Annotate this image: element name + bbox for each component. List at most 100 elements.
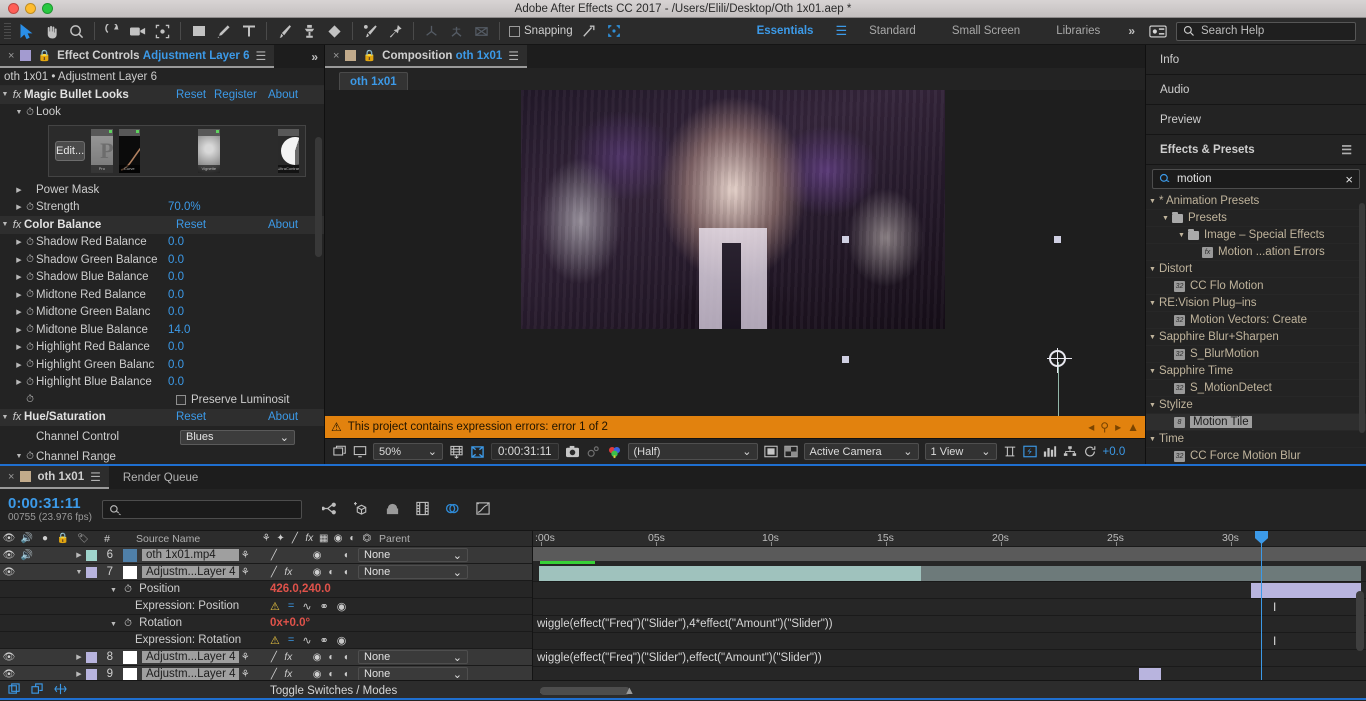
tree-group-animation-presets[interactable]: ▼ * Animation Presets: [1146, 193, 1366, 210]
effect-header-color-balance[interactable]: ▼ fx Color Balance Reset About: [0, 216, 324, 234]
twirl-icon[interactable]: ▶: [14, 203, 24, 211]
twirl-icon[interactable]: ▼: [0, 414, 10, 421]
shy-icon[interactable]: ⚘: [239, 669, 251, 680]
selection-handle-tc[interactable]: [1054, 236, 1061, 243]
layer-parent[interactable]: None ⌄: [352, 565, 532, 579]
fast-previews-icon[interactable]: [1022, 445, 1037, 458]
track-row-layer7[interactable]: [533, 582, 1366, 599]
table-row[interactable]: 👁 ▼ 7 Adjustm...Layer 4 ⚘ ╱ fx ◉ ◐ ◖ Non…: [0, 564, 532, 581]
param-value[interactable]: 14.0: [168, 324, 190, 336]
panel-info[interactable]: Info: [1146, 45, 1366, 75]
param-row-midtone-red[interactable]: ▶ ⏱ Midtone Red Balance 0.0: [0, 286, 324, 304]
twirl-icon[interactable]: ▶: [14, 378, 24, 386]
param-value[interactable]: 0.0: [168, 306, 184, 318]
stopwatch-icon[interactable]: ⏱: [24, 272, 36, 283]
twirl-icon[interactable]: ▼: [14, 453, 24, 460]
selection-tool[interactable]: [14, 20, 39, 43]
param-value[interactable]: 0.0: [168, 271, 184, 283]
param-row-shadow-blue[interactable]: ▶ ⏱ Shadow Blue Balance 0.0: [0, 269, 324, 287]
stopwatch-icon[interactable]: ⏱: [24, 377, 36, 388]
expression-warning-icon[interactable]: ⚠: [270, 600, 280, 613]
expression-code[interactable]: wiggle(effect("Freq")("Slider"),effect("…: [537, 652, 822, 664]
param-value[interactable]: 0.0: [168, 254, 184, 266]
expression-warning-icon[interactable]: ⚠: [270, 634, 280, 647]
param-row-shadow-red[interactable]: ▶ ⏱ Shadow Red Balance 0.0: [0, 234, 324, 252]
layer-switches[interactable]: ⚘ ╱ fx ◉ ◐ ◖: [239, 652, 352, 663]
motion-blur-icon[interactable]: ◉: [332, 533, 344, 544]
layer-av-switches[interactable]: 👁: [0, 652, 72, 663]
effects-icon[interactable]: fx: [282, 669, 294, 680]
tab-composition[interactable]: × 🔒 Composition oth 1x01 ☰: [325, 45, 528, 68]
panel-menu-icon[interactable]: ☰: [1341, 143, 1352, 157]
shy-icon[interactable]: ⚘: [260, 533, 272, 544]
layer-av-switches[interactable]: 👁 🔊: [0, 550, 72, 561]
twirl-icon[interactable]: ▶: [72, 653, 86, 661]
look-edit-button[interactable]: Edit...: [55, 141, 86, 161]
param-value[interactable]: 0.0: [168, 359, 184, 371]
param-row-highlight-green[interactable]: ▶ ⏱ Highlight Green Balanc 0.0: [0, 356, 324, 374]
index-column-header[interactable]: #: [94, 533, 116, 545]
brush-tool[interactable]: [272, 20, 297, 43]
orbit-camera-tool[interactable]: [100, 20, 125, 43]
param-row-shadow-green[interactable]: ▶ ⏱ Shadow Green Balance 0.0: [0, 251, 324, 269]
three-d-icon[interactable]: ⏣: [361, 533, 373, 544]
layer-parent[interactable]: None ⌄: [352, 667, 532, 680]
adjustment-icon[interactable]: ◐: [325, 652, 337, 663]
warning-prev-icon[interactable]: ◂: [1088, 420, 1094, 434]
search-help-box[interactable]: Search Help: [1176, 21, 1356, 41]
twirl-icon[interactable]: ▶: [14, 256, 24, 264]
stopwatch-icon[interactable]: ⏱: [24, 289, 36, 300]
quality-icon[interactable]: ╱: [268, 669, 280, 680]
exposure-value[interactable]: +0.0: [1103, 446, 1126, 458]
audio-toggle-icon[interactable]: 🔊: [18, 550, 36, 561]
timeline-vertical-scrollbar[interactable]: [1356, 591, 1364, 651]
adjustment-icon[interactable]: ◐: [325, 669, 337, 680]
about-link[interactable]: About: [268, 411, 298, 423]
dolly-camera-tool[interactable]: [150, 20, 175, 43]
expression-row-rotation[interactable]: Expression: Rotation ⚠ = ∿ ⚭ ◉: [0, 632, 532, 649]
expression-row-position[interactable]: Expression: Position ⚠ = ∿ ⚭ ◉: [0, 598, 532, 615]
twirl-icon[interactable]: ▼: [1149, 436, 1156, 443]
parent-select[interactable]: None ⌄: [358, 667, 468, 680]
window-controls[interactable]: [0, 3, 53, 14]
tree-folder-presets[interactable]: ▼ Presets: [1146, 210, 1366, 227]
effects-icon[interactable]: fx: [303, 533, 315, 544]
motion-blur-icon[interactable]: ◉: [311, 669, 323, 680]
expression-error-banner[interactable]: ⚠ This project contains expression error…: [325, 416, 1145, 438]
puppet-pin-tool[interactable]: [383, 20, 408, 43]
tab-effect-controls[interactable]: × 🔒 Effect Controls Adjustment Layer 6 ☰: [0, 45, 275, 68]
tree-group-distort[interactable]: ▼ Distort: [1146, 261, 1366, 278]
expression-pickwhip-icon[interactable]: ⚭: [320, 600, 329, 613]
about-link[interactable]: About: [268, 89, 298, 101]
tree-effect-s-motiondetect[interactable]: 32 S_MotionDetect: [1146, 380, 1366, 397]
param-row-channel-range[interactable]: ▼ ⏱ Channel Range: [0, 448, 324, 464]
layer-switches[interactable]: ⚘ ╱ fx ◉ ◐ ◖: [239, 567, 352, 578]
workspace-settings-icon[interactable]: [1145, 20, 1170, 43]
layer-switches-icon[interactable]: [31, 683, 44, 698]
param-row-midtone-green[interactable]: ▶ ⏱ Midtone Green Balanc 0.0: [0, 304, 324, 322]
quality-icon[interactable]: ╱: [268, 567, 280, 578]
effects-presets-tree[interactable]: ▼ * Animation Presets ▼ Presets ▼ Image …: [1146, 193, 1366, 464]
param-value[interactable]: 0.0: [168, 236, 184, 248]
views-select[interactable]: 1 View ⌄: [924, 443, 997, 460]
motion-blur-icon[interactable]: [444, 501, 461, 519]
stopwatch-icon[interactable]: ⏱: [124, 584, 132, 595]
reset-exposure-icon[interactable]: [1083, 445, 1097, 458]
preserve-luminosity-checkbox[interactable]: [176, 394, 186, 405]
channel-color-icon[interactable]: [607, 445, 622, 459]
look-preset-strip[interactable]: Edit... P Pro Curve Vignette UltraContra…: [48, 125, 306, 177]
expression-graph-icon[interactable]: ∿: [302, 600, 311, 613]
twirl-icon[interactable]: ▼: [1149, 334, 1156, 341]
quality-icon[interactable]: ╱: [268, 550, 280, 561]
stopwatch-icon[interactable]: ⏱: [24, 451, 36, 462]
layer-color-swatch[interactable]: [86, 549, 97, 561]
timecode-display[interactable]: 0:00:31:11 00755 (23.976 fps): [8, 495, 92, 523]
panel-menu-icon[interactable]: ☰: [90, 470, 101, 484]
pan-behind-camera-tool[interactable]: [125, 20, 150, 43]
warning-next-icon[interactable]: ▸: [1115, 420, 1121, 434]
close-icon[interactable]: ×: [8, 471, 14, 483]
world-axis-mode-icon[interactable]: [444, 20, 469, 43]
tab-render-queue[interactable]: Render Queue: [109, 472, 212, 484]
roto-brush-tool[interactable]: [358, 20, 383, 43]
region-of-interest-toggle-icon[interactable]: [763, 445, 778, 458]
